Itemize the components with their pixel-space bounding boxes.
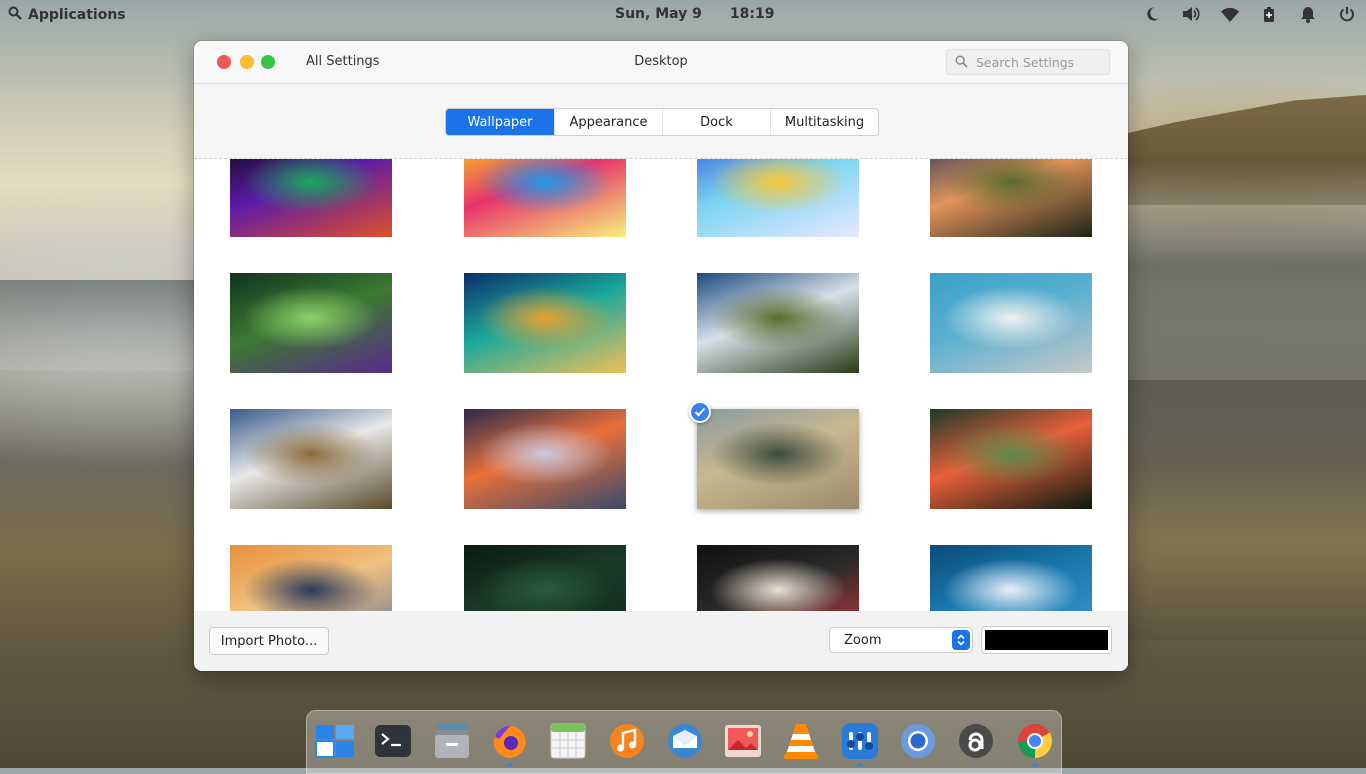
night-light-icon[interactable] <box>1143 5 1161 23</box>
date-time-indicator[interactable]: Sun, May 9 18:19 <box>615 6 774 22</box>
appcenter-icon[interactable] <box>955 720 997 762</box>
wallpaper-mist <box>0 280 195 370</box>
power-status-icon[interactable] <box>1260 5 1278 23</box>
whale-fish-clouds-thumbnail[interactable] <box>697 159 859 237</box>
terminal-icon[interactable] <box>372 720 414 762</box>
running-indicator <box>507 763 512 767</box>
search-input[interactable] <box>974 53 1103 71</box>
multitasking-view-icon[interactable] <box>314 720 356 762</box>
white-building-thumbnail[interactable] <box>930 273 1092 373</box>
fern-leaves-thumbnail[interactable] <box>464 545 626 611</box>
search-icon <box>8 6 22 24</box>
aerial-ocean-waves-thumbnail[interactable] <box>930 545 1092 611</box>
aerial-mountains-forest-thumbnail[interactable] <box>697 273 859 373</box>
wallpaper-grid[interactable] <box>194 158 1128 612</box>
misty-lake-thumbnail[interactable] <box>697 409 859 509</box>
top-panel: Applications Sun, May 9 18:19 <box>0 0 1366 30</box>
titlebar: All Settings Desktop <box>194 41 1128 84</box>
beach-sunset-thumbnail[interactable] <box>464 409 626 509</box>
abstract-rainbow-waves-thumbnail[interactable] <box>230 159 392 237</box>
volume-icon[interactable] <box>1182 5 1200 23</box>
hot-air-balloon-thumbnail[interactable] <box>464 159 626 237</box>
applications-menu[interactable]: Applications <box>8 6 126 24</box>
color-swatch <box>985 630 1108 650</box>
photos-icon[interactable] <box>722 720 764 762</box>
search-box[interactable] <box>946 49 1110 75</box>
session-icon[interactable] <box>1338 5 1356 23</box>
running-indicator <box>857 763 862 767</box>
firefox-icon[interactable] <box>489 720 531 767</box>
view-switcher: Wallpaper Appearance Dock Multitasking <box>445 108 879 136</box>
vlc-icon[interactable] <box>780 720 822 762</box>
tab-dock[interactable]: Dock <box>662 109 770 135</box>
running-indicator <box>1032 763 1037 767</box>
wifi-icon[interactable] <box>1221 5 1239 23</box>
aerial-beach-thumbnail[interactable] <box>464 273 626 373</box>
fill-mode-select[interactable]: Zoom <box>829 627 973 653</box>
files-icon[interactable] <box>431 720 473 762</box>
grassland-sunset-thumbnail[interactable] <box>930 159 1092 237</box>
notifications-icon[interactable] <box>1299 5 1317 23</box>
fill-mode-value: Zoom <box>844 632 882 648</box>
chromium-icon[interactable] <box>897 720 939 762</box>
dock <box>306 710 1062 774</box>
music-icon[interactable] <box>606 720 648 762</box>
chevron-up-down-icon <box>952 630 970 650</box>
all-settings-button[interactable]: All Settings <box>306 54 380 69</box>
time-label: 18:19 <box>729 6 775 22</box>
mountain-cliff-thumbnail[interactable] <box>230 409 392 509</box>
chrome-icon[interactable] <box>1014 720 1056 767</box>
background-color-button[interactable] <box>981 626 1112 654</box>
tab-bar: Wallpaper Appearance Dock Multitasking <box>194 84 1128 158</box>
close-button[interactable] <box>217 55 231 69</box>
paper-lantern-thumbnail[interactable] <box>697 545 859 611</box>
wallpaper-trees <box>1126 150 1366 380</box>
date-label: Sun, May 9 <box>615 6 702 22</box>
applications-label: Applications <box>28 7 126 23</box>
tab-appearance[interactable]: Appearance <box>554 109 662 135</box>
search-icon <box>955 53 968 72</box>
checkmark-icon <box>689 401 711 423</box>
wallpaper-water <box>1126 380 1366 640</box>
calendar-icon[interactable] <box>547 720 589 762</box>
action-bar: Import Photo... Zoom <box>194 611 1128 671</box>
import-photo-button[interactable]: Import Photo... <box>209 627 329 655</box>
tulips-thumbnail[interactable] <box>930 409 1092 509</box>
minimize-button[interactable] <box>240 55 254 69</box>
tab-multitasking[interactable]: Multitasking <box>770 109 878 135</box>
settings-icon[interactable] <box>839 720 881 767</box>
hummingbird-thumbnail[interactable] <box>230 273 392 373</box>
tab-wallpaper[interactable]: Wallpaper <box>446 109 554 135</box>
settings-window: All Settings Desktop Wallpaper Appearanc… <box>194 41 1128 671</box>
mountain-sunset-thumbnail[interactable] <box>230 545 392 611</box>
mail-icon[interactable] <box>664 720 706 762</box>
maximize-button[interactable] <box>261 55 275 69</box>
